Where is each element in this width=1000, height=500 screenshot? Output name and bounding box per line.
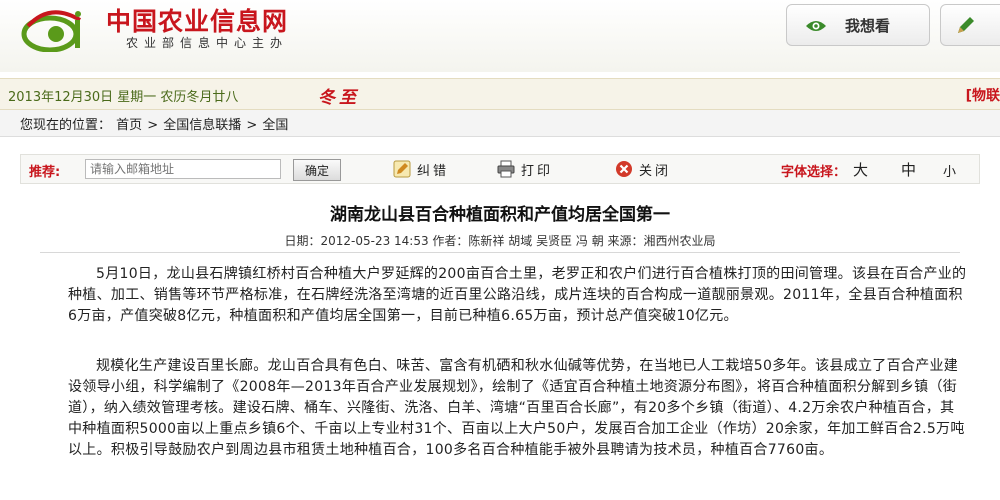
site-header: 中国农业信息网 农业部信息中心主办 我想看 [0, 0, 1000, 72]
font-size-small[interactable]: 小 [943, 161, 956, 180]
article-title: 湖南龙山县百合种植面积和产值均居全国第一 [330, 205, 670, 225]
want-to-see-button[interactable]: 我想看 [786, 4, 930, 46]
correct-error-button[interactable]: 纠错 [393, 159, 449, 179]
close-button[interactable]: 关闭 [615, 159, 671, 179]
eye-icon [806, 21, 826, 31]
current-date: 2013年12月30日 星期一 农历冬月廿八 [8, 90, 239, 105]
print-button[interactable]: 打印 [497, 159, 553, 179]
want-to-see-label: 我想看 [845, 16, 891, 35]
breadcrumb-home[interactable]: 首页 [116, 118, 142, 133]
email-input[interactable] [85, 159, 281, 179]
print-label: 打印 [521, 163, 554, 179]
pencil-icon [958, 17, 974, 33]
divider [40, 252, 960, 253]
printer-icon [497, 160, 515, 178]
article-toolbar: 推荐: 确定 纠错 打印 关闭 字体选择： 大 中 小 [20, 154, 980, 184]
site-subtitle: 农业部信息中心主办 [126, 36, 289, 50]
font-size-label: 字体选择： [781, 165, 847, 180]
solar-term: 冬至 [318, 88, 360, 108]
breadcrumb-national-news[interactable]: 全国信息联播 [163, 118, 241, 133]
close-icon [616, 161, 632, 177]
iot-link[interactable]: [物联 [966, 85, 1000, 105]
article-meta: 日期：2012-05-23 14:53 作者：陈新祥 胡域 吴贤臣 冯 朝 来源… [284, 234, 716, 248]
pencil-edit-icon [393, 160, 411, 178]
breadcrumb-prefix: 您现在的位置： [20, 118, 112, 133]
correct-error-label: 纠错 [417, 163, 450, 179]
breadcrumb: 您现在的位置： 首页 > 全国信息联播 > 全国 [0, 110, 1000, 137]
breadcrumb-national[interactable]: 全国 [262, 118, 288, 133]
breadcrumb-separator: > [147, 118, 159, 133]
date-bar: 2013年12月30日 星期一 农历冬月廿八 冬至 [物联 [0, 78, 1000, 110]
breadcrumb-separator: > [246, 118, 258, 133]
font-size-large[interactable]: 大 [853, 159, 868, 180]
close-label: 关闭 [639, 163, 672, 179]
recommend-label: 推荐: [29, 165, 61, 180]
font-size-medium[interactable]: 中 [901, 159, 916, 180]
confirm-button[interactable]: 确定 [293, 159, 341, 181]
site-logo-icon[interactable] [20, 6, 100, 52]
article-paragraph: 规模化生产建设百里长廊。龙山百合具有色白、味苦、富含有机硒和秋水仙碱等优势，在当… [68, 358, 965, 458]
site-title[interactable]: 中国农业信息网 [106, 2, 288, 38]
write-button[interactable] [940, 4, 1000, 46]
article-paragraph: 5月10日，龙山县石牌镇红桥村百合种植大户罗延辉的200亩百合土里，老罗正和农户… [68, 266, 967, 324]
